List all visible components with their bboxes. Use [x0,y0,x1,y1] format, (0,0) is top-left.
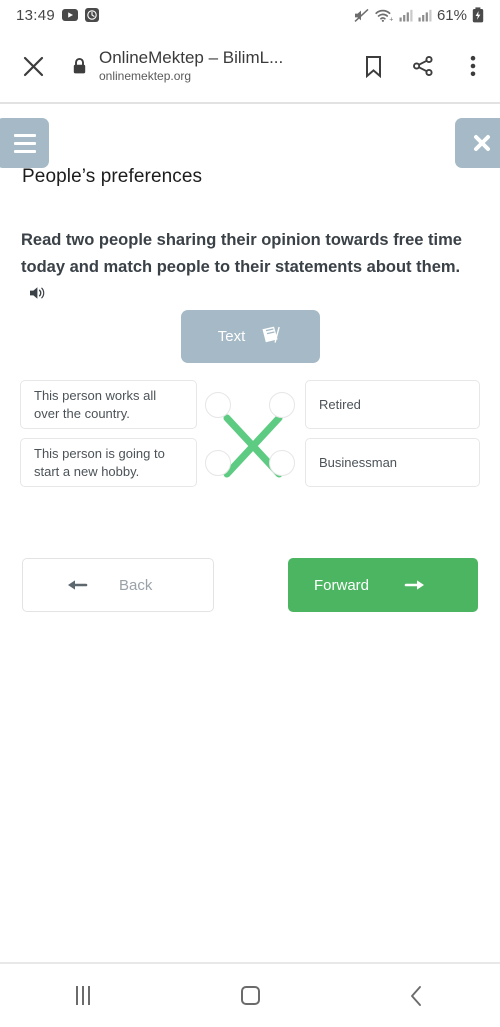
browser-actions [362,55,484,78]
match-left-item[interactable]: This person is going to start a new hobb… [20,438,197,487]
page-tab-title: OnlineMektep – BilimL... [99,48,284,67]
recents-icon [76,986,91,1005]
match-right-item[interactable]: Retired [305,380,480,429]
back-chevron-icon [410,985,421,1006]
match-connector-dot-right-1[interactable] [269,392,295,418]
page-title: People’s preferences [22,166,203,187]
signal-bars-icon [418,8,432,22]
close-icon [473,135,490,151]
more-vertical-icon [470,55,476,77]
back-button[interactable]: Back [22,558,214,612]
status-bar-left: 13:49 [16,6,100,24]
hamburger-bar [13,141,36,145]
match-right-item[interactable]: Businessman [305,438,480,487]
arrow-left-icon [67,577,89,593]
text-button-label: Text [217,328,246,345]
android-back-button[interactable] [333,985,500,1007]
battery-percent: 61% [436,6,467,24]
text-toggle-button[interactable]: Text [181,310,320,363]
recents-button[interactable] [0,986,167,1005]
forward-button[interactable]: Forward [288,558,478,612]
browser-menu-button[interactable] [462,55,484,77]
battery-charging-icon [472,7,484,23]
bookmark-icon [365,55,381,78]
sidebar-menu-button[interactable] [0,118,49,168]
speaker-icon[interactable] [29,283,47,310]
clock-icon [85,8,100,22]
close-lesson-button[interactable] [455,118,500,168]
site-info[interactable]: OnlineMektep – BilimL... onlinemektep.or… [99,48,283,84]
close-icon [23,56,43,76]
instruction-text: Read two people sharing their opinion to… [21,227,481,310]
match-connector-dot-left-1[interactable] [205,392,231,418]
match-connector-dot-left-2[interactable] [205,450,231,476]
share-button[interactable] [412,55,434,77]
arrow-right-icon [403,577,425,593]
bookmark-button[interactable] [362,55,384,78]
book-icon [261,325,283,348]
lock-icon [72,57,87,75]
home-icon [240,986,260,1005]
wifi-icon: + [375,8,394,23]
instruction-label: Read two people sharing their opinion to… [21,231,462,276]
match-left-item[interactable]: This person works all over the country. [20,380,197,429]
close-tab-button[interactable] [16,49,50,83]
hamburger-bar [13,133,36,137]
match-connector-area [197,378,307,498]
home-button[interactable] [167,986,334,1005]
page-content: People’s preferences Read two people sha… [0,104,500,962]
page-url: onlinemektep.org [99,69,192,83]
mute-icon [353,8,370,23]
hamburger-bar [13,149,36,153]
status-bar-right: + 61% [353,7,484,24]
hamburger-icon [13,131,36,155]
youtube-icon [62,9,79,21]
status-clock: 13:49 [16,6,56,24]
signal-bars-icon [399,8,413,22]
status-bar: 13:49 + 61% [0,0,500,30]
forward-button-label: Forward [314,576,370,594]
svg-text:+: + [389,16,393,23]
match-connector-dot-right-2[interactable] [269,450,295,476]
share-icon [413,55,433,77]
matching-exercise: This person works all over the country. … [0,378,500,498]
back-button-label: Back [119,576,153,594]
android-nav-bar [0,964,500,1027]
browser-toolbar: OnlineMektep – BilimL... onlinemektep.or… [0,30,500,102]
phone-screen: 13:49 + 61% OnlineMektep – BilimL... onl… [0,0,500,1027]
